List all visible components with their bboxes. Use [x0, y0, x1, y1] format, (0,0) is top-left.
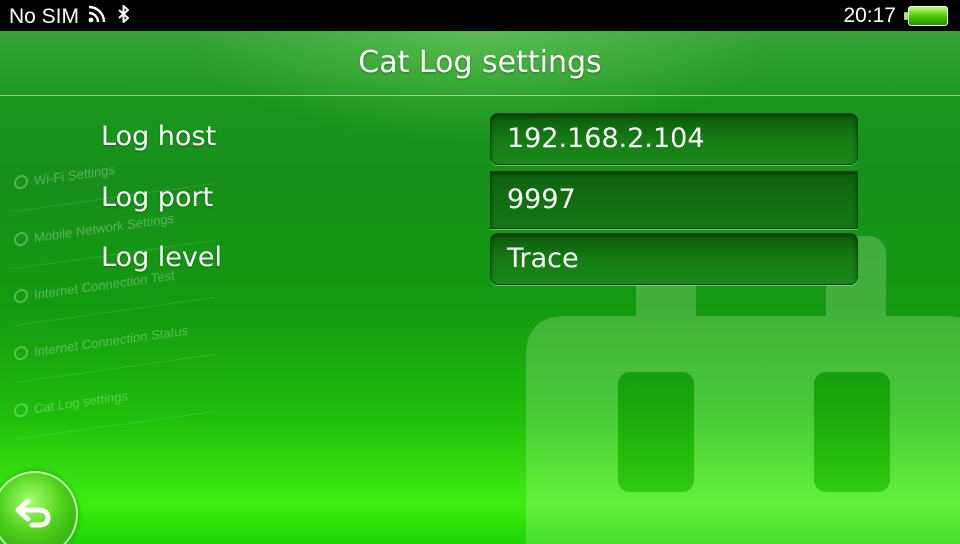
log-host-input[interactable]: 192.168.2.104	[490, 113, 858, 165]
menu-dot-icon	[14, 174, 28, 191]
clock: 20:17	[843, 4, 896, 27]
background-menu: Wi-Fi Settings Mobile Network Settings I…	[14, 126, 214, 455]
back-button[interactable]	[0, 471, 78, 544]
bluetooth-icon	[117, 4, 131, 30]
log-port-input[interactable]: 9997	[490, 171, 858, 229]
main-panel: Wi-Fi Settings Mobile Network Settings I…	[0, 31, 960, 544]
screen: No SIM 20:17 Wi-Fi Settings Mobile Netwo…	[0, 0, 960, 544]
back-arrow-icon	[15, 498, 51, 528]
background-menu-label: Internet Connection Status	[34, 322, 188, 359]
background-menu-label: Mobile Network Settings	[34, 210, 175, 245]
menu-dot-icon	[14, 402, 28, 419]
status-left: No SIM	[9, 4, 131, 30]
background-menu-label: Cat Log settings	[34, 387, 128, 416]
menu-dot-icon	[14, 345, 28, 362]
menu-dot-icon	[14, 288, 28, 305]
log-host-label: Log host	[101, 121, 217, 152]
title-bar: Cat Log settings	[0, 31, 960, 96]
status-bar: No SIM 20:17	[0, 0, 960, 31]
log-port-label: Log port	[101, 182, 214, 213]
battery-icon	[904, 6, 948, 26]
menu-dot-icon	[14, 231, 28, 248]
carrier-label: No SIM	[9, 5, 80, 28]
page-title: Cat Log settings	[358, 45, 602, 80]
wifi-signal-icon	[87, 4, 109, 30]
status-right: 20:17	[843, 4, 948, 28]
log-level-select[interactable]: Trace	[490, 233, 858, 285]
log-level-label: Log level	[101, 242, 223, 273]
